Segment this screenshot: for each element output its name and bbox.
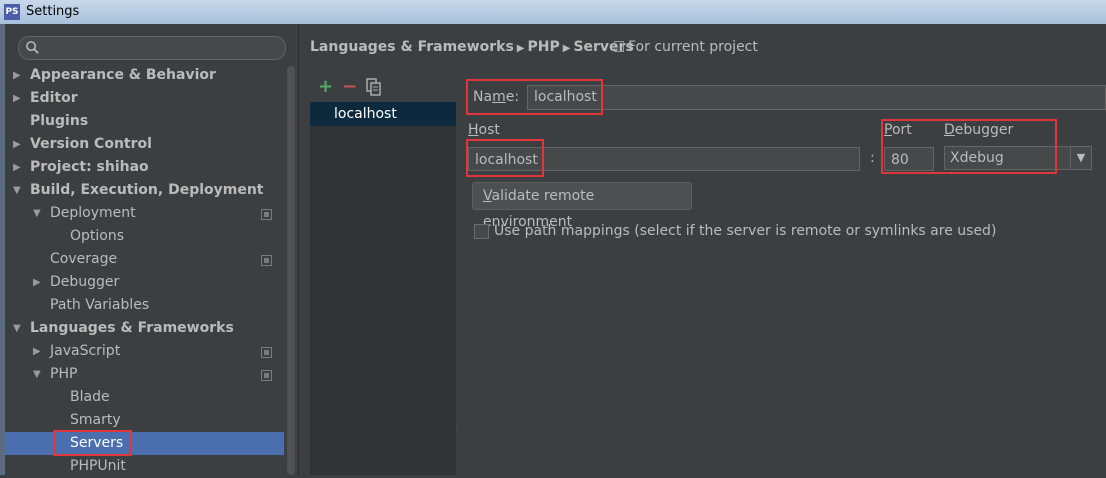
sidebar-item-label: Path Variables: [50, 297, 150, 313]
sidebar-item-plugins[interactable]: Plugins: [5, 110, 284, 133]
sidebar-item-label: JavaScript: [50, 343, 121, 359]
splitter-handle[interactable]: · · ·: [456, 418, 460, 434]
sidebar-item-label: Version Control: [30, 136, 152, 152]
collapse-arrow-icon[interactable]: ▼: [13, 179, 25, 202]
use-path-mappings-checkbox[interactable]: [474, 224, 489, 239]
chevron-down-icon[interactable]: ▼: [1070, 147, 1091, 169]
collapse-arrow-icon[interactable]: ▼: [13, 317, 25, 340]
expand-arrow-icon[interactable]: ▶: [33, 271, 45, 294]
expand-arrow-icon[interactable]: ▶: [13, 64, 25, 87]
validate-remote-environment-button[interactable]: Validate remote environment: [472, 182, 692, 230]
name-label: Name:: [473, 89, 520, 105]
sidebar-item-options[interactable]: Options: [5, 225, 284, 248]
sidebar-item-blade[interactable]: Blade: [5, 386, 284, 409]
sidebar-item-path-variables[interactable]: Path Variables: [5, 294, 284, 317]
sidebar-item-build-execution-deployment[interactable]: ▼ Build, Execution, Deployment: [5, 179, 284, 202]
sidebar-item-label: Plugins: [30, 113, 89, 129]
window-title: Settings: [26, 4, 80, 19]
sidebar-item-label: Project: shihao: [30, 159, 149, 175]
sidebar-item-label: Debugger: [50, 274, 120, 290]
port-label: Port: [884, 122, 912, 138]
settings-search-input[interactable]: [18, 36, 286, 60]
sidebar-item-javascript[interactable]: ▶ JavaScript: [5, 340, 284, 363]
sidebar-item-label: Coverage: [50, 251, 118, 267]
panel-divider[interactable]: [298, 24, 299, 475]
sidebar-item-label: Editor: [30, 90, 78, 106]
sidebar-item-version-control[interactable]: ▶ Version Control: [5, 133, 284, 156]
phpstorm-icon: PS: [4, 4, 20, 20]
collapse-arrow-icon[interactable]: ▼: [33, 363, 45, 386]
sidebar-item-label: Options: [70, 228, 125, 244]
sidebar-item-servers[interactable]: Servers: [5, 432, 284, 455]
expand-arrow-icon[interactable]: ▶: [13, 87, 25, 110]
expand-arrow-icon[interactable]: ▶: [33, 340, 45, 363]
sidebar-item-php[interactable]: ▼ PHP: [5, 363, 284, 386]
sidebar-item-debugger[interactable]: ▶ Debugger: [5, 271, 284, 294]
host-port-separator: :: [870, 150, 875, 166]
project-level-icon: [261, 255, 272, 266]
sidebar-item-label: Build, Execution, Deployment: [30, 182, 264, 198]
copy-icon[interactable]: [366, 78, 382, 96]
search-icon: [26, 41, 39, 54]
project-level-icon: [261, 347, 272, 358]
sidebar-item-label: Servers: [70, 435, 124, 451]
name-input[interactable]: localhost: [527, 85, 1106, 110]
add-server-button[interactable]: +: [318, 78, 333, 96]
remove-server-button[interactable]: −: [342, 78, 357, 96]
sidebar-item-deployment[interactable]: ▼ Deployment: [5, 202, 284, 225]
sidebar-item-label: Languages & Frameworks: [30, 320, 234, 336]
project-level-icon: [614, 41, 624, 52]
port-input[interactable]: 80: [884, 147, 934, 171]
settings-sidebar: ▶ Appearance & Behavior ▶ Editor Plugins…: [0, 24, 298, 475]
sidebar-item-languages-frameworks[interactable]: ▼ Languages & Frameworks: [5, 317, 284, 340]
list-item-localhost[interactable]: localhost: [310, 102, 456, 126]
sidebar-item-label: Blade: [70, 389, 110, 405]
sidebar-item-smarty[interactable]: Smarty: [5, 409, 284, 432]
breadcrumb-languages-frameworks: Languages & Frameworks: [310, 39, 514, 55]
expand-arrow-icon[interactable]: ▶: [13, 156, 25, 179]
sidebar-item-project[interactable]: ▶ Project: shihao: [5, 156, 284, 179]
server-form: Name: localhost Host localhost : Port 80…: [466, 72, 1106, 475]
project-level-icon: [261, 370, 272, 381]
project-level-icon: [261, 209, 272, 220]
sidebar-scrollbar[interactable]: [287, 66, 295, 475]
debugger-selected-value: Xdebug: [950, 150, 1004, 166]
chevron-right-icon: ▶: [562, 43, 571, 54]
scope-label: For current project: [628, 39, 758, 55]
breadcrumb-php: PHP: [527, 39, 560, 55]
sidebar-item-label: Smarty: [70, 412, 121, 428]
sidebar-item-appearance-behavior[interactable]: ▶ Appearance & Behavior: [5, 64, 284, 87]
breadcrumb: Languages & Frameworks ▶ PHP ▶ Servers: [310, 36, 634, 58]
server-list: localhost: [310, 102, 456, 475]
sidebar-item-editor[interactable]: ▶ Editor: [5, 87, 284, 110]
sidebar-item-coverage[interactable]: Coverage: [5, 248, 284, 271]
scope-indicator: For current project: [614, 36, 758, 58]
expand-arrow-icon[interactable]: ▶: [13, 133, 25, 156]
collapse-arrow-icon[interactable]: ▼: [33, 202, 45, 225]
debugger-label: Debugger: [944, 122, 1014, 138]
host-input[interactable]: localhost: [468, 147, 860, 171]
host-label: Host: [468, 122, 500, 138]
use-path-mappings-label: Use path mappings (select if the server …: [494, 223, 997, 239]
sidebar-item-label: Deployment: [50, 205, 136, 221]
sidebar-item-label: PHP: [50, 366, 78, 382]
chevron-right-icon: ▶: [516, 43, 525, 54]
debugger-select[interactable]: Xdebug ▼: [944, 146, 1092, 170]
server-list-panel: + − localhost: [310, 72, 456, 475]
sidebar-item-label: Appearance & Behavior: [30, 67, 216, 83]
title-bar: PS Settings: [0, 0, 1106, 24]
